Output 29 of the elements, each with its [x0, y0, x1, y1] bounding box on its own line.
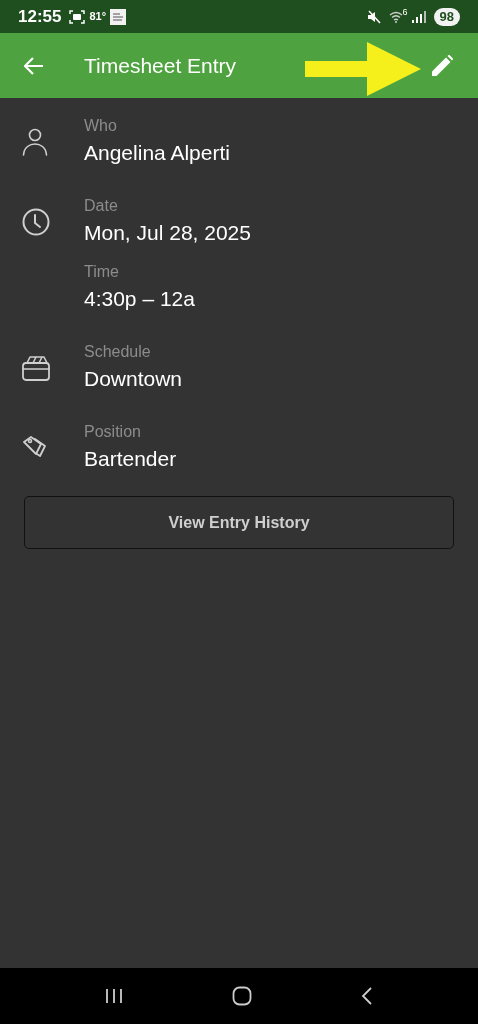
field-label: Position	[84, 422, 142, 442]
mute-icon	[366, 9, 381, 24]
battery-level: 98	[433, 7, 460, 26]
status-time: 12:55	[18, 5, 62, 28]
home-icon[interactable]	[232, 986, 252, 1006]
screen-title: Timesheet Entry	[84, 52, 237, 79]
field-label: Schedule	[84, 342, 152, 362]
screenshot-icon	[69, 9, 86, 24]
recent-apps-icon[interactable]	[104, 988, 123, 1004]
wifi-generation-label: 6	[402, 5, 408, 19]
clapperboard-icon	[22, 354, 50, 382]
field-value: Mon, Jul 28, 2025	[84, 220, 251, 246]
back-nav-icon[interactable]	[361, 987, 374, 1005]
field-value: Bartender	[84, 446, 177, 472]
pencil-icon	[431, 54, 453, 77]
view-history-button[interactable]: View Entry History	[24, 496, 454, 549]
field-label: Time	[84, 262, 120, 282]
temperature: 81°	[89, 9, 107, 25]
field-label: Date	[84, 196, 119, 216]
weather-app-icon	[110, 8, 127, 25]
field-value: 4:30p – 12a	[84, 286, 195, 312]
wifi-icon	[388, 10, 403, 23]
field-label: Who	[84, 116, 118, 136]
signal-icon	[411, 10, 426, 23]
back-icon	[24, 56, 44, 75]
clock-icon	[22, 208, 50, 236]
person-icon	[22, 128, 48, 156]
field-value: Downtown	[84, 366, 183, 392]
field-value: Angelina Alperti	[84, 140, 230, 166]
